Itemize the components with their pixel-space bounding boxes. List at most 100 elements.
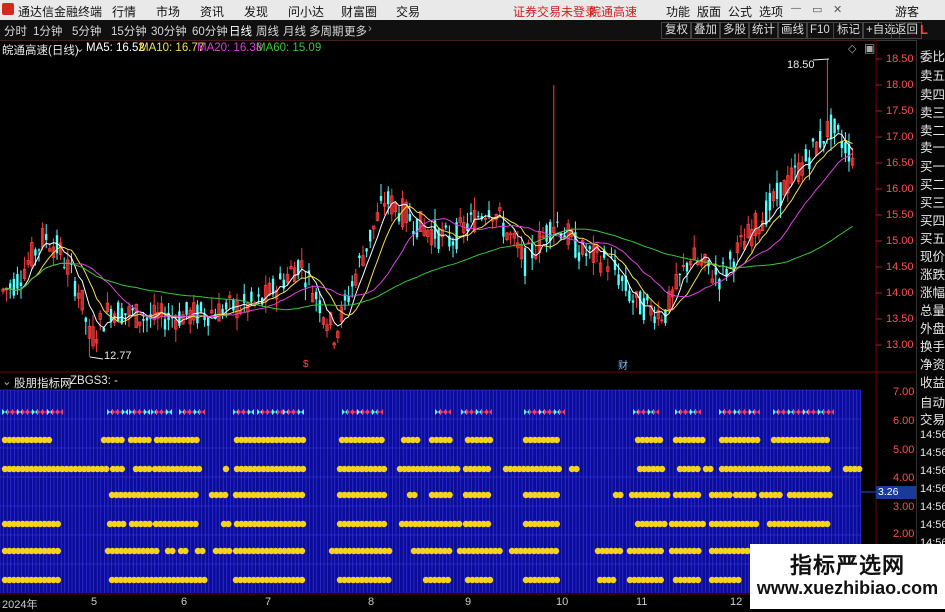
candle-body (779, 182, 782, 206)
guest-label[interactable]: 游客 (895, 3, 919, 20)
menu-jiaoyi[interactable]: 交易 (396, 3, 420, 20)
signal-dot (486, 436, 494, 444)
menu-shichang[interactable]: 市场 (156, 3, 180, 20)
fuquan-button[interactable]: 复权 (661, 22, 692, 39)
candle-body (765, 200, 768, 225)
finance-marker[interactable]: 财 (618, 357, 628, 372)
signal-dot (699, 436, 706, 444)
signal-dot (120, 520, 127, 528)
side-change: 涨跌 (920, 268, 945, 282)
signal-dot (553, 576, 560, 584)
kline-chart[interactable] (0, 40, 916, 609)
minimize-icon[interactable]: — (791, 3, 801, 14)
signal-dot (735, 576, 742, 584)
stock-tab[interactable]: 皖通高速 (589, 3, 637, 20)
period-weekly[interactable]: 周线 (256, 23, 279, 39)
signal-dot (411, 491, 418, 499)
candle-body (347, 296, 350, 303)
watermark-url: www.xuezhibiao.com (756, 578, 939, 598)
side-sell1: 卖一 (920, 141, 945, 155)
side-price: 现价 (920, 250, 945, 264)
signal-dot (826, 491, 833, 499)
login-warning[interactable]: 证券交易未登录 (513, 3, 597, 20)
settings-icon[interactable]: ◇ (848, 42, 856, 55)
menu-wenxiaoda[interactable]: 问小达 (288, 3, 324, 20)
candle-body (653, 316, 656, 324)
dividend-marker[interactable]: $ (303, 359, 309, 370)
signal-dot (201, 576, 208, 584)
signal-dot (656, 436, 664, 444)
period-monthly[interactable]: 月线 (283, 23, 306, 39)
side-volume: 总量 (920, 304, 945, 318)
period-1min[interactable]: 1分钟 (33, 23, 62, 39)
mark-button[interactable]: 标记 (833, 22, 864, 39)
menu-bar: 通达信金融终端 行情 市场 资讯 发现 问小达 财富圈 交易 证券交易未登录 皖… (0, 0, 945, 20)
back-button[interactable]: 返回 (891, 22, 922, 39)
period-more[interactable]: 更多 (344, 23, 367, 39)
candle-body (829, 114, 833, 140)
ind-tick: 7.00 (893, 386, 915, 398)
period-30min[interactable]: 30分钟 (151, 23, 187, 39)
candle-body (304, 282, 307, 288)
candle-body (678, 273, 681, 275)
period-15min[interactable]: 15分钟 (111, 23, 147, 39)
chevron-right-icon[interactable]: › (368, 23, 372, 35)
candle-body (415, 218, 419, 238)
price-tick: 13.00 (886, 339, 914, 351)
signal-dot (146, 465, 153, 473)
overlay-button[interactable]: 叠加 (690, 22, 721, 39)
indicator-area (0, 390, 861, 593)
signal-dot (444, 576, 452, 584)
side-trade[interactable]: 交易 (920, 409, 945, 428)
candle-body (315, 291, 318, 300)
signal-dot (299, 465, 307, 473)
date-tick: 5 (91, 596, 98, 608)
stats-button[interactable]: 统计 (748, 22, 779, 39)
menu-gongneng[interactable]: 功能 (666, 3, 690, 20)
menu-banmian[interactable]: 版面 (697, 3, 721, 20)
chevron-down-icon[interactable]: ⌄ (75, 41, 85, 55)
price-tick: 14.50 (886, 261, 914, 273)
multi-stock-button[interactable]: 多股 (719, 22, 750, 39)
candle-body (617, 274, 620, 286)
candle-body (588, 246, 591, 250)
period-multi[interactable]: 多周期 (309, 23, 344, 39)
signal-dot (776, 491, 783, 499)
candle-body (250, 291, 253, 302)
restore-icon[interactable]: ▭ (812, 3, 822, 16)
draw-line-button[interactable]: 画线 (777, 22, 808, 39)
period-5min[interactable]: 5分钟 (72, 23, 101, 39)
candle-body (318, 300, 321, 314)
signal-dot (192, 491, 199, 499)
menu-xuanxiang[interactable]: 选项 (759, 3, 783, 20)
tick-time: 14:56 (920, 483, 945, 495)
menu-caifuquan[interactable]: 财富圈 (341, 3, 377, 20)
candle-body (685, 262, 689, 272)
period-60min[interactable]: 60分钟 (192, 23, 228, 39)
period-daily[interactable]: 日线 (229, 23, 252, 39)
maximize-icon[interactable]: ▣ (864, 41, 875, 55)
candle-body (369, 229, 372, 242)
signal-dot (446, 547, 453, 555)
menu-zixun[interactable]: 资讯 (200, 3, 224, 20)
signal-dot (145, 436, 152, 444)
side-sell3: 卖三 (920, 106, 945, 120)
signal-dot (222, 491, 229, 499)
price-tick: 16.00 (886, 183, 914, 195)
candle-body (358, 255, 361, 259)
price-tick: 16.50 (886, 157, 914, 169)
close-icon[interactable]: ✕ (833, 3, 842, 16)
menu-faxian[interactable]: 发现 (244, 3, 268, 20)
signal-dot (657, 576, 664, 584)
indicator-chevron-icon[interactable]: ⌄ (2, 374, 12, 388)
f10-button[interactable]: F10 (806, 22, 834, 39)
menu-hangqing[interactable]: 行情 (112, 3, 136, 20)
signal-dot (694, 576, 702, 584)
candle-body (102, 327, 105, 332)
watermark-banner: 指标严选网 www.xuezhibiao.com (750, 544, 945, 609)
date-tick: 11 (636, 596, 648, 608)
low-pointer (89, 356, 104, 360)
ind-tick: 5.00 (893, 444, 915, 456)
period-fenshi[interactable]: 分时 (4, 23, 27, 39)
menu-gongshi[interactable]: 公式 (728, 3, 752, 20)
